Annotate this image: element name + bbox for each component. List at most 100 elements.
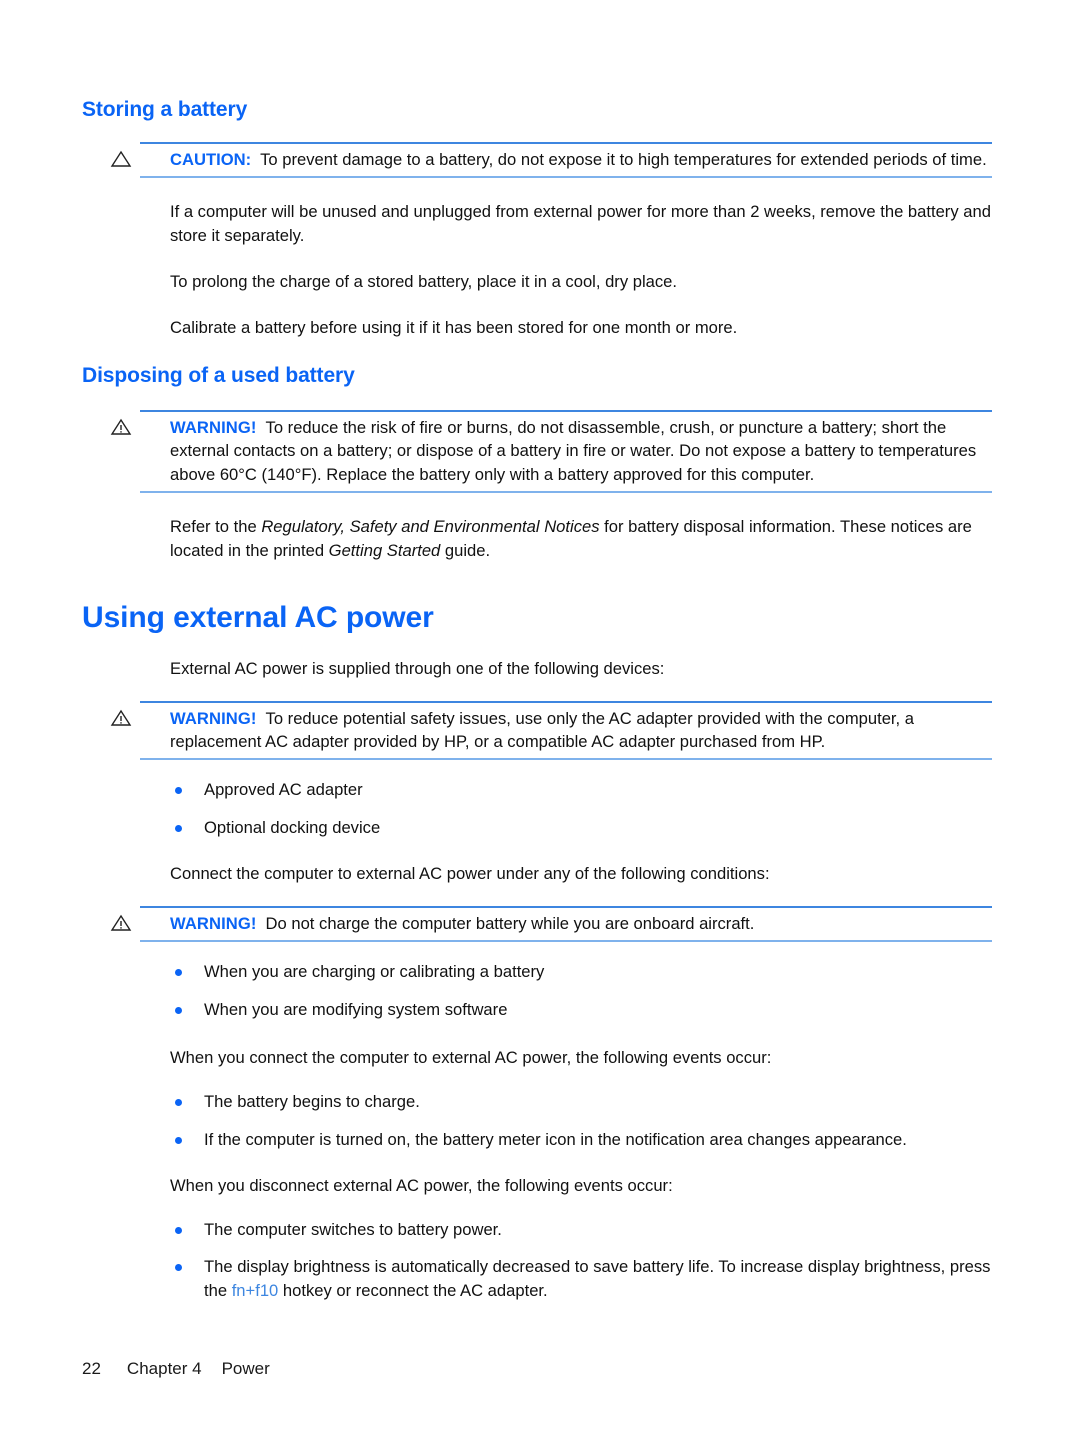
- warning-label: WARNING!: [170, 418, 257, 438]
- list-item: The battery begins to charge.: [170, 1090, 992, 1114]
- storing-paragraph-3: Calibrate a battery before using it if i…: [170, 318, 738, 338]
- warning-triangle-icon: [110, 914, 132, 932]
- hotkey-link-fn-f10[interactable]: fn+f10: [232, 1281, 279, 1300]
- disconnect-events-intro-wrap: When you disconnect external AC power, t…: [170, 1174, 992, 1198]
- notice-body: CAUTION: To prevent damage to a battery, …: [110, 144, 992, 176]
- notice-rule-bottom: [140, 490, 992, 493]
- bullet-dot-icon: [175, 969, 182, 977]
- refer-paragraph: Refer to the Regulatory, Safety and Envi…: [170, 515, 992, 563]
- caution-notice-storing: CAUTION: To prevent damage to a battery, …: [110, 142, 992, 179]
- warning-text: WARNING! To reduce the risk of fire or bu…: [140, 416, 992, 486]
- list-item: The display brightness is automatically …: [170, 1255, 992, 1303]
- warning-notice-ac-adapter: WARNING! To reduce potential safety issue…: [110, 700, 992, 761]
- warning-triangle-icon: [110, 709, 132, 727]
- caution-triangle-icon: [110, 150, 132, 168]
- list-item: Approved AC adapter: [170, 778, 992, 802]
- warning-notice-aircraft: WARNING! Do not charge the computer batte…: [110, 906, 992, 943]
- connect-events-intro-wrap: When you connect the computer to externa…: [170, 1046, 992, 1070]
- heading-disposing-of-a-used-battery: Disposing of a used battery: [82, 363, 355, 387]
- notice-body: WARNING! Do not charge the computer batte…: [110, 908, 992, 940]
- bullet-dot-icon: [175, 787, 182, 795]
- notice-rule-bottom: [140, 758, 992, 761]
- list-item-label: The battery begins to charge.: [204, 1091, 420, 1111]
- connect-intro-wrap: Connect the computer to external AC powe…: [170, 862, 992, 886]
- warning-notice-disposal: WARNING! To reduce the risk of fire or bu…: [110, 410, 992, 493]
- footer-section: Power: [221, 1359, 270, 1378]
- warning-message: To reduce potential safety issues, use o…: [170, 708, 914, 752]
- storing-paragraph-1-wrap: If a computer will be unused and unplugg…: [170, 200, 992, 248]
- storing-paragraph-3-wrap: Calibrate a battery before using it if i…: [170, 316, 992, 340]
- caution-text: CAUTION: To prevent damage to a battery, …: [140, 148, 992, 171]
- connect-events-intro-paragraph: When you connect the computer to externa…: [170, 1048, 772, 1067]
- list-item-label: Approved AC adapter: [204, 780, 363, 800]
- storing-paragraph-2-wrap: To prolong the charge of a stored batter…: [170, 270, 992, 294]
- refer-italic-getting-started: Getting Started: [328, 540, 441, 560]
- bullet-dot-icon: [175, 1098, 182, 1106]
- warning-label: WARNING!: [170, 708, 257, 728]
- list-item-suffix: hotkey or reconnect the AC adapter.: [278, 1281, 548, 1301]
- connect-event-bullet-list: The battery begins to charge. If the com…: [170, 1090, 992, 1152]
- warning-text: WARNING! To reduce potential safety issue…: [140, 707, 992, 753]
- bullet-dot-icon: [175, 1264, 182, 1272]
- bullet-dot-icon: [175, 825, 182, 833]
- device-bullet-list: Approved AC adapter Optional docking dev…: [170, 778, 992, 840]
- warning-text: WARNING! Do not charge the computer batte…: [140, 912, 992, 935]
- disconnect-events-intro-paragraph: When you disconnect external AC power, t…: [170, 1175, 673, 1195]
- heading-using-external-ac-power: Using external AC power: [82, 600, 434, 634]
- list-item: The computer switches to battery power.: [170, 1218, 992, 1242]
- ac-intro-paragraph: External AC power is supplied through on…: [170, 659, 665, 678]
- refer-suffix: guide.: [440, 540, 491, 560]
- list-item-label: The computer switches to battery power.: [204, 1219, 502, 1239]
- ac-intro-wrap: External AC power is supplied through on…: [170, 657, 992, 681]
- bullet-dot-icon: [175, 1136, 182, 1144]
- list-item-label: When you are charging or calibrating a b…: [204, 962, 545, 982]
- bullet-dot-icon: [175, 1226, 182, 1234]
- footer-page-number: 22: [82, 1359, 101, 1378]
- caution-message: To prevent damage to a battery, do not e…: [260, 150, 987, 170]
- list-item-label: If the computer is turned on, the batter…: [204, 1129, 907, 1149]
- list-item: If the computer is turned on, the batter…: [170, 1128, 992, 1152]
- notice-body: WARNING! To reduce the risk of fire or bu…: [110, 412, 992, 491]
- heading-storing-a-battery: Storing a battery: [82, 98, 248, 121]
- storing-paragraph-1: If a computer will be unused and unplugg…: [170, 202, 991, 246]
- list-item-label: When you are modifying system software: [204, 1000, 508, 1020]
- warning-label: WARNING!: [170, 914, 257, 933]
- list-item: Optional docking device: [170, 816, 992, 840]
- notice-rule-bottom: [140, 176, 992, 179]
- caution-label: CAUTION:: [170, 150, 252, 170]
- warning-triangle-icon: [110, 418, 132, 436]
- disconnect-event-bullet-list: The computer switches to battery power. …: [170, 1218, 992, 1304]
- document-page: Storing a battery CAUTION: To prevent dam…: [0, 0, 1080, 1437]
- connect-intro-paragraph: Connect the computer to external AC powe…: [170, 864, 770, 884]
- condition-bullet-list: When you are charging or calibrating a b…: [170, 960, 992, 1022]
- notice-body: WARNING! To reduce potential safety issue…: [110, 703, 992, 758]
- warning-message: To reduce the risk of fire or burns, do …: [170, 418, 977, 484]
- refer-italic-notices: Regulatory, Safety and Environmental Not…: [261, 516, 600, 536]
- footer-chapter: Chapter 4: [126, 1359, 202, 1378]
- bullet-dot-icon: [175, 1007, 182, 1015]
- refer-prefix: Refer to the: [170, 516, 262, 536]
- notice-rule-bottom: [140, 940, 992, 943]
- list-item: When you are charging or calibrating a b…: [170, 960, 992, 984]
- page-footer: 22 Chapter 4 Power: [82, 1359, 270, 1379]
- page-content: Storing a battery CAUTION: To prevent dam…: [82, 98, 992, 1303]
- storing-paragraph-2: To prolong the charge of a stored batter…: [170, 272, 678, 292]
- refer-paragraph-wrap: Refer to the Regulatory, Safety and Envi…: [170, 515, 992, 563]
